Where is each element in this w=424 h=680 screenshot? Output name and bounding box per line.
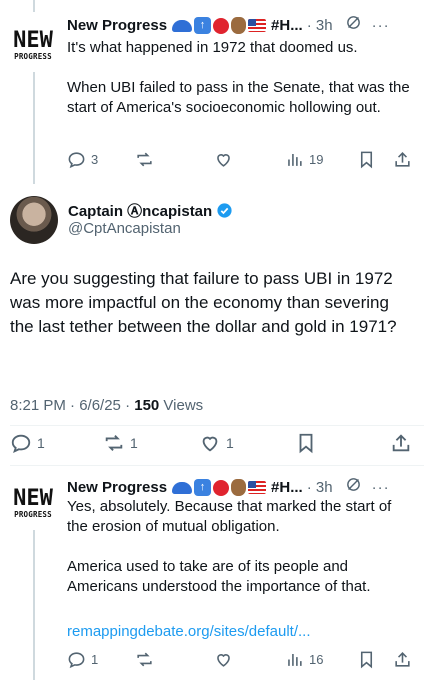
views-button[interactable]: 19 — [285, 150, 323, 169]
views-icon — [288, 153, 302, 166]
reply-button[interactable]: 1 — [67, 650, 98, 669]
reply-icon — [68, 652, 85, 669]
main-author-name[interactable]: Captain Ⓐncapistan — [68, 200, 212, 221]
main-author-handle[interactable]: @CptAncapistan — [68, 220, 181, 237]
repost-icon — [137, 152, 152, 167]
apple-icon — [213, 479, 230, 496]
main-like-button[interactable]: 1 — [199, 432, 234, 454]
timestamp[interactable]: · 3h — [307, 16, 333, 36]
main-timestamp[interactable]: 8:21 PM · 6/6/25 · — [10, 397, 134, 414]
like-button[interactable] — [214, 650, 233, 669]
share-button[interactable] — [393, 150, 412, 169]
logo-text: NEW — [13, 486, 53, 511]
tweet-text: It's what happened in 1972 that doomed u… — [67, 39, 410, 116]
divider — [10, 465, 424, 466]
reply-button[interactable]: 3 — [67, 150, 98, 169]
author-name[interactable]: New Progress — [67, 478, 167, 498]
main-bookmark-button[interactable] — [295, 432, 317, 454]
author-name[interactable]: New Progress — [67, 16, 167, 36]
up-arrow-icon: ↑ — [194, 17, 212, 34]
bookmark-icon — [360, 151, 373, 169]
grok-icon[interactable] — [345, 14, 362, 37]
share-icon — [395, 652, 410, 667]
bookmark-icon — [299, 433, 313, 454]
heart-icon — [202, 436, 218, 452]
main-views-label: Views — [159, 397, 204, 414]
repost-icon — [137, 652, 152, 667]
thread-line-top — [33, 0, 35, 12]
heart-icon — [217, 154, 230, 167]
main-tweet-meta: 8:21 PM · 6/6/25 · 150 Views — [10, 397, 203, 414]
tweet-actions: 1 16 — [67, 650, 412, 670]
main-like-count: 1 — [226, 435, 234, 451]
apple-icon — [213, 17, 230, 34]
tweet-header: New Progress ↑ #H... · 3h ··· — [67, 14, 414, 37]
main-reply-button[interactable]: 1 — [10, 432, 45, 454]
main-share-button[interactable] — [390, 432, 412, 454]
owl-icon — [231, 479, 247, 496]
grok-icon[interactable] — [345, 476, 362, 499]
new-progress-logo[interactable]: NEW PROGRESS — [7, 486, 59, 520]
bookmark-button[interactable] — [357, 650, 376, 669]
views-count: 16 — [309, 652, 324, 667]
repost-button[interactable] — [135, 150, 154, 169]
logo-subtext: PROGRESS — [14, 510, 52, 519]
views-count: 19 — [309, 152, 324, 167]
logo-text: NEW — [13, 28, 53, 53]
up-arrow-icon: ↑ — [194, 479, 212, 496]
logo-subtext: PROGRESS — [14, 52, 52, 61]
main-repost-button[interactable]: 1 — [103, 432, 138, 454]
tweet-actions: 3 19 — [67, 150, 412, 170]
cap-icon — [172, 19, 193, 32]
us-flag-icon — [248, 481, 267, 494]
timestamp[interactable]: · 3h — [307, 478, 333, 498]
share-icon — [392, 434, 410, 452]
repost-button[interactable] — [135, 650, 154, 669]
main-repost-count: 1 — [130, 435, 138, 451]
repost-icon — [105, 435, 123, 451]
name-emoji-badges: ↑ — [172, 479, 267, 496]
thread-line — [33, 530, 35, 680]
main-author-name-row: Captain Ⓐncapistan — [68, 200, 233, 221]
like-button[interactable] — [214, 150, 233, 169]
heart-icon — [217, 654, 230, 667]
main-tweet-text: Are you suggesting that failure to pass … — [10, 269, 397, 336]
tweet-header: New Progress ↑ #H... · 3h ··· — [67, 476, 414, 499]
main-views-count: 150 — [134, 397, 160, 414]
more-options-icon[interactable]: ··· — [372, 16, 390, 36]
share-button[interactable] — [393, 650, 412, 669]
name-hashtag: #H... — [271, 478, 303, 496]
cap-icon — [172, 481, 193, 494]
verified-badge-icon — [217, 203, 232, 218]
thread-line — [33, 72, 35, 184]
divider — [10, 425, 424, 426]
new-progress-logo[interactable]: NEW PROGRESS — [7, 28, 59, 62]
bookmark-button[interactable] — [357, 150, 376, 169]
reply-count: 1 — [91, 652, 99, 667]
main-reply-count: 1 — [37, 435, 45, 451]
us-flag-icon — [248, 19, 267, 32]
avatar[interactable] — [10, 196, 58, 244]
name-emoji-badges: ↑ — [172, 17, 267, 34]
tweet-text: Yes, absolutely. Because that marked the… — [67, 498, 392, 595]
name-hashtag: #H... — [271, 16, 303, 34]
owl-icon — [231, 17, 247, 34]
views-button[interactable]: 16 — [285, 650, 323, 669]
more-options-icon[interactable]: ··· — [372, 478, 390, 498]
share-icon — [395, 152, 410, 167]
reply-count: 3 — [91, 152, 99, 167]
reply-icon — [11, 434, 31, 453]
views-icon — [288, 653, 302, 666]
bookmark-icon — [360, 651, 373, 669]
main-tweet-actions: 1 1 1 — [10, 432, 414, 456]
tweet-link[interactable]: remappingdebate.org/sites/default/... — [67, 622, 410, 642]
reply-icon — [68, 152, 85, 169]
